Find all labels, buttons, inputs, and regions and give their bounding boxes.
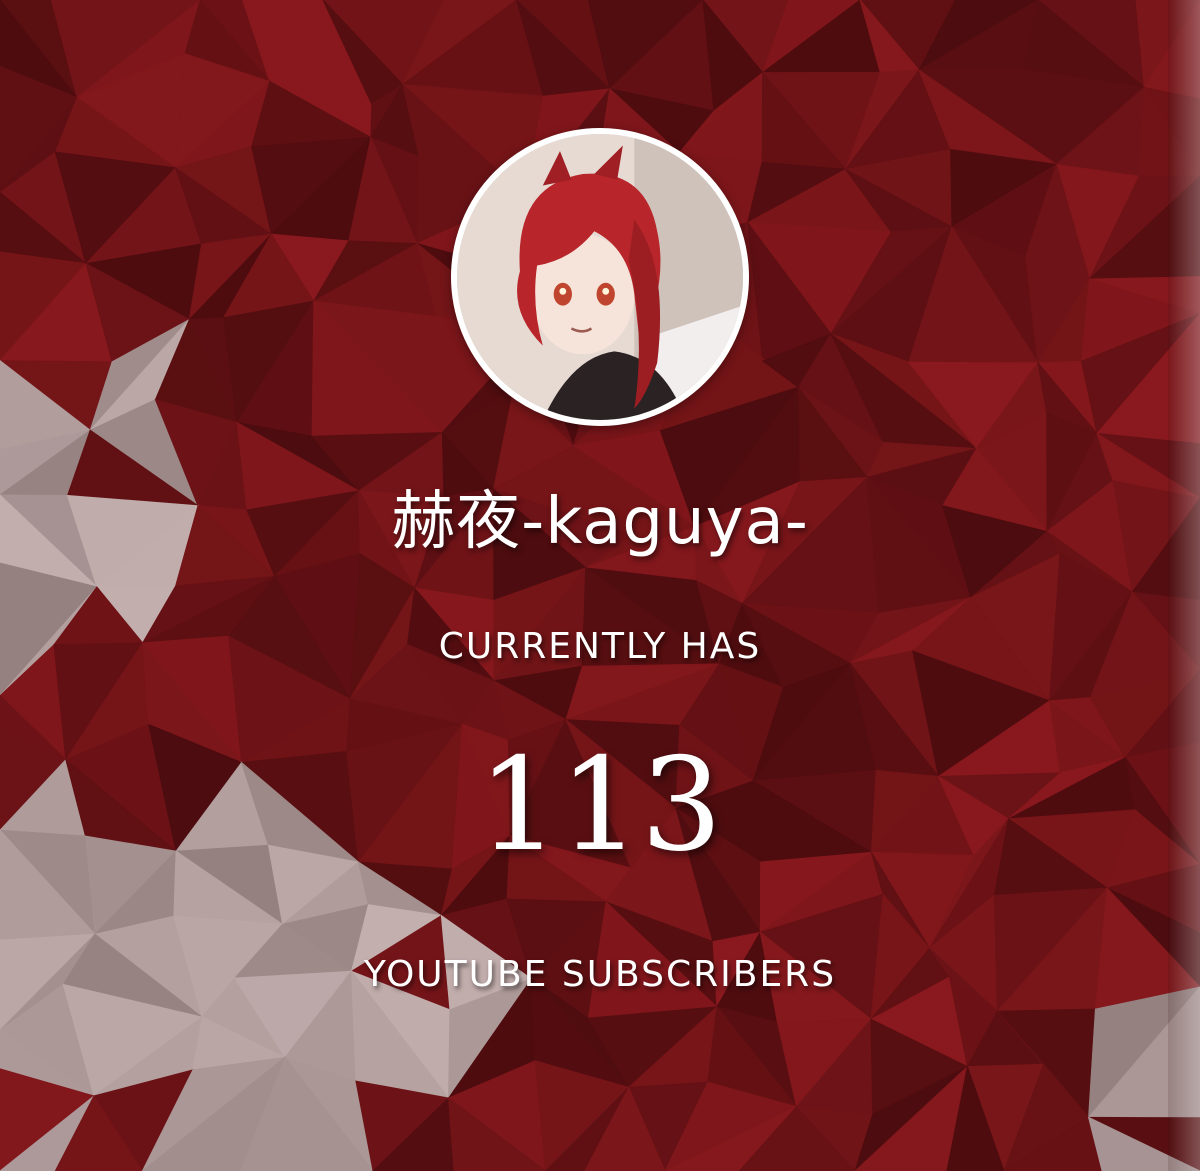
subscriber-count: 113 xyxy=(477,731,723,880)
subscriber-count-card: 赫夜-kaguya- CURRENTLY HAS 113 YOUTUBE SUB… xyxy=(0,0,1200,1171)
subscribers-label: YOUTUBE SUBSCRIBERS xyxy=(363,954,837,995)
channel-avatar xyxy=(451,128,749,426)
currently-has-label: CURRENTLY HAS xyxy=(438,626,762,667)
channel-name: 赫夜-kaguya- xyxy=(391,485,809,559)
avatar-image xyxy=(457,134,743,420)
